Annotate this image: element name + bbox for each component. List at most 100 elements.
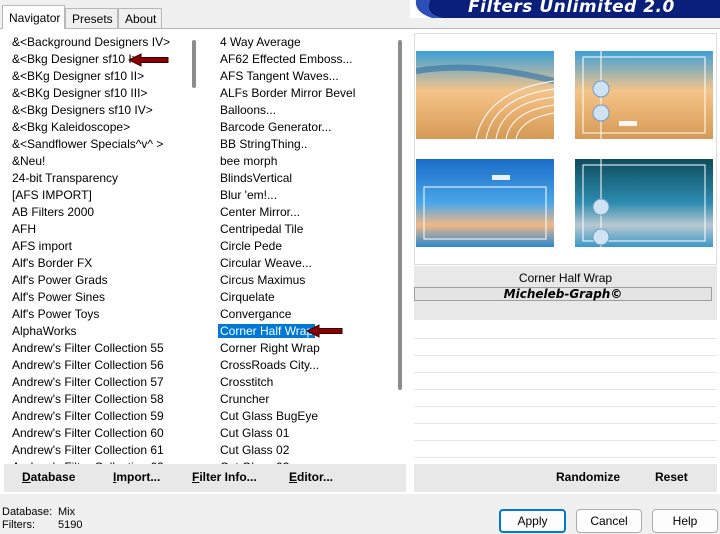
filter-list-item-label: Cut Glass BugEye <box>220 409 319 423</box>
category-list-item-label: Andrew's Filter Collection 57 <box>12 375 164 389</box>
filter-list-item[interactable]: AF62 Effected Emboss... <box>218 51 396 68</box>
filter-list-item-label: Convergance <box>220 307 292 321</box>
filter-list-item-label: Circus Maximus <box>220 273 306 287</box>
filter-info-area: Corner Half Wrap Micheleb-Graph© <box>414 266 717 320</box>
category-list-item[interactable]: 24-bit Transparency <box>10 170 186 187</box>
category-list-item[interactable]: Alf's Power Sines <box>10 289 186 306</box>
category-list-item[interactable]: AB Filters 2000 <box>10 204 186 221</box>
parameter-slot <box>414 373 717 390</box>
category-list-item-label: 24-bit Transparency <box>12 171 119 185</box>
category-list-item[interactable]: Andrew's Filter Collection 55 <box>10 340 186 357</box>
filter-list-item[interactable]: Cut Glass BugEye <box>218 408 396 425</box>
filter-list-item[interactable]: Cruncher <box>218 391 396 408</box>
apply-button[interactable]: Apply <box>499 509 566 533</box>
filter-list-item[interactable]: Cirquelate <box>218 289 396 306</box>
filter-list-item-label: CrossRoads City... <box>220 358 320 372</box>
filter-list-item[interactable]: Circle Pede <box>218 238 396 255</box>
category-list-item[interactable]: Andrew's Filter Collection 59 <box>10 408 186 425</box>
category-scrollbar-thumb[interactable] <box>192 40 196 88</box>
category-list-item[interactable]: &Neu! <box>10 153 186 170</box>
status-info: Database: Mix Filters: 5190 <box>2 506 82 532</box>
list-button-bar: Database Import... Filter Info... Editor… <box>4 464 406 492</box>
filter-list-item[interactable]: 4 Way Average <box>218 34 396 51</box>
category-list[interactable]: &<Background Designers IV> &<Bkg Designer… <box>10 34 186 464</box>
filters-label: Filters: <box>2 519 35 531</box>
category-list-item-label: AFS import <box>12 239 73 253</box>
category-list-item-label: Andrew's Filter Collection 61 <box>12 443 164 457</box>
category-list-item[interactable]: Andrew's Filter Collection 56 <box>10 357 186 374</box>
filter-list-item[interactable]: Center Mirror... <box>218 204 396 221</box>
category-list-item[interactable]: &<Sandflower Specials^v^ > <box>10 136 186 153</box>
database-value: Mix <box>58 506 76 518</box>
category-list-item[interactable]: [AFS IMPORT] <box>10 187 186 204</box>
category-list-item[interactable]: AlphaWorks <box>10 323 186 340</box>
filter-list-item[interactable]: ALFs Border Mirror Bevel <box>218 85 396 102</box>
category-list-item[interactable]: Alf's Power Toys <box>10 306 186 323</box>
title-banner: Filters Unlimited 2.0 <box>410 0 720 18</box>
filter-list-item[interactable]: BB StringThing.. <box>218 136 396 153</box>
category-list-item[interactable]: Alf's Power Grads <box>10 272 186 289</box>
category-list-item[interactable]: Andrew's Filter Collection 57 <box>10 374 186 391</box>
preview-area <box>414 33 717 265</box>
import-button[interactable]: Import... <box>113 470 160 484</box>
filter-list-item[interactable]: Convergance <box>218 306 396 323</box>
filter-list-item-label: AFS Tangent Waves... <box>220 69 339 83</box>
author-credit: Micheleb-Graph© <box>414 287 712 301</box>
tab-presets[interactable]: Presets <box>65 8 118 28</box>
cancel-button[interactable]: Cancel <box>576 509 642 533</box>
filter-list-item[interactable]: CrossRoads City... <box>218 357 396 374</box>
category-list-item-label: &<BKg Designer sf10 II> <box>12 69 145 83</box>
filter-list-item[interactable]: Barcode Generator... <box>218 119 396 136</box>
filter-list-item[interactable]: Circus Maximus <box>218 272 396 289</box>
filter-list-item-label: Barcode Generator... <box>220 120 332 134</box>
category-list-item[interactable]: Andrew's Filter Collection 58 <box>10 391 186 408</box>
category-list-item[interactable]: &<Bkg Kaleidoscope> <box>10 119 186 136</box>
category-list-item[interactable]: &<Background Designers IV> <box>10 34 186 51</box>
filter-list-item-label: ALFs Border Mirror Bevel <box>220 86 356 100</box>
filter-list-item-label: Blur 'em!... <box>220 188 277 202</box>
category-list-item[interactable]: AFH <box>10 221 186 238</box>
filter-list-item[interactable]: Cut Glass 01 <box>218 425 396 442</box>
database-label: Database: <box>2 506 53 518</box>
category-list-item[interactable]: Alf's Border FX <box>10 255 186 272</box>
parameter-slot <box>414 407 717 424</box>
category-list-item-label: &<Bkg Designer sf10 I> <box>12 52 139 66</box>
category-list-item-label: AB Filters 2000 <box>12 205 95 219</box>
filter-list[interactable]: 4 Way Average AF62 Effected Emboss... AFS … <box>218 34 396 464</box>
category-list-item[interactable]: Andrew's Filter Collection 61 <box>10 442 186 459</box>
preview-thumbnail-3 <box>416 159 554 247</box>
category-list-item-label: AFH <box>12 222 36 236</box>
category-list-item[interactable]: &<BKg Designer sf10 II> <box>10 68 186 85</box>
category-list-item[interactable]: &<BKg Designer sf10 III> <box>10 85 186 102</box>
filter-list-item-label: Corner Half Wrap <box>218 324 316 338</box>
filter-list-item[interactable]: Corner Right Wrap <box>218 340 396 357</box>
randomize-button[interactable]: Randomize <box>556 470 620 484</box>
filter-list-item[interactable]: Crosstitch <box>218 374 396 391</box>
filter-list-item[interactable]: BlindsVertical <box>218 170 396 187</box>
filter-list-item[interactable]: Cut Glass 02 <box>218 442 396 459</box>
editor-button[interactable]: Editor... <box>289 470 333 484</box>
filter-list-item[interactable]: Centripedal Tile <box>218 221 396 238</box>
filter-list-item[interactable]: Blur 'em!... <box>218 187 396 204</box>
filter-list-item[interactable]: Circular Weave... <box>218 255 396 272</box>
database-button[interactable]: Database <box>22 470 75 484</box>
filter-list-item[interactable]: AFS Tangent Waves... <box>218 68 396 85</box>
filter-list-item-label: Circle Pede <box>220 239 283 253</box>
filters-count: 5190 <box>58 519 83 531</box>
preview-filter-name: Corner Half Wrap <box>518 271 613 285</box>
category-list-item[interactable]: AFS import <box>10 238 186 255</box>
reset-button[interactable]: Reset <box>655 470 688 484</box>
tab-about[interactable]: About <box>118 8 162 28</box>
category-list-item[interactable]: &<Bkg Designers sf10 IV> <box>10 102 186 119</box>
category-list-item-label: Alf's Power Grads <box>12 273 108 287</box>
help-button[interactable]: Help <box>652 509 718 533</box>
filter-scrollbar-thumb[interactable] <box>398 40 402 390</box>
category-list-item[interactable]: Andrew's Filter Collection 60 <box>10 425 186 442</box>
tab-navigator[interactable]: Navigator <box>2 5 65 29</box>
filter-list-item[interactable]: bee morph <box>218 153 396 170</box>
filter-info-button[interactable]: Filter Info... <box>192 470 257 484</box>
pointer-arrow-icon <box>306 324 343 338</box>
category-list-item-label: Alf's Power Toys <box>12 307 100 321</box>
filter-list-item-label: Cirquelate <box>220 290 275 304</box>
filter-list-item[interactable]: Balloons... <box>218 102 396 119</box>
